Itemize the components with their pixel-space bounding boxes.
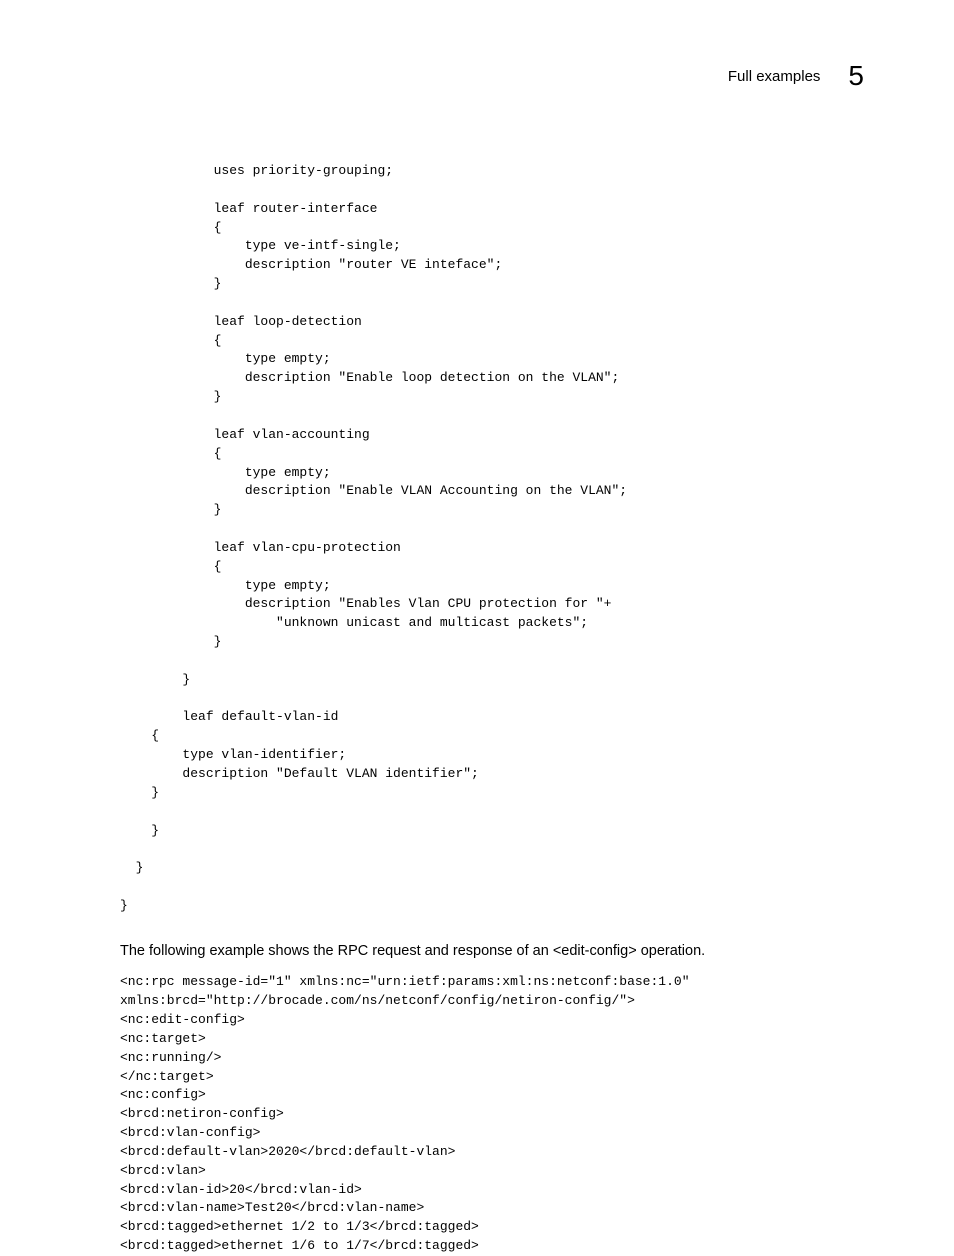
yang-code-block: uses priority-grouping; leaf router-inte… [120, 162, 864, 916]
page-header: Full examples 5 [90, 60, 864, 92]
xml-rpc-code-block: <nc:rpc message-id="1" xmlns:nc="urn:iet… [120, 973, 864, 1256]
intro-paragraph: The following example shows the RPC requ… [120, 942, 864, 962]
chapter-number: 5 [848, 60, 864, 92]
header-title: Full examples [728, 68, 821, 85]
page: Full examples 5 uses priority-grouping; … [0, 0, 954, 1235]
